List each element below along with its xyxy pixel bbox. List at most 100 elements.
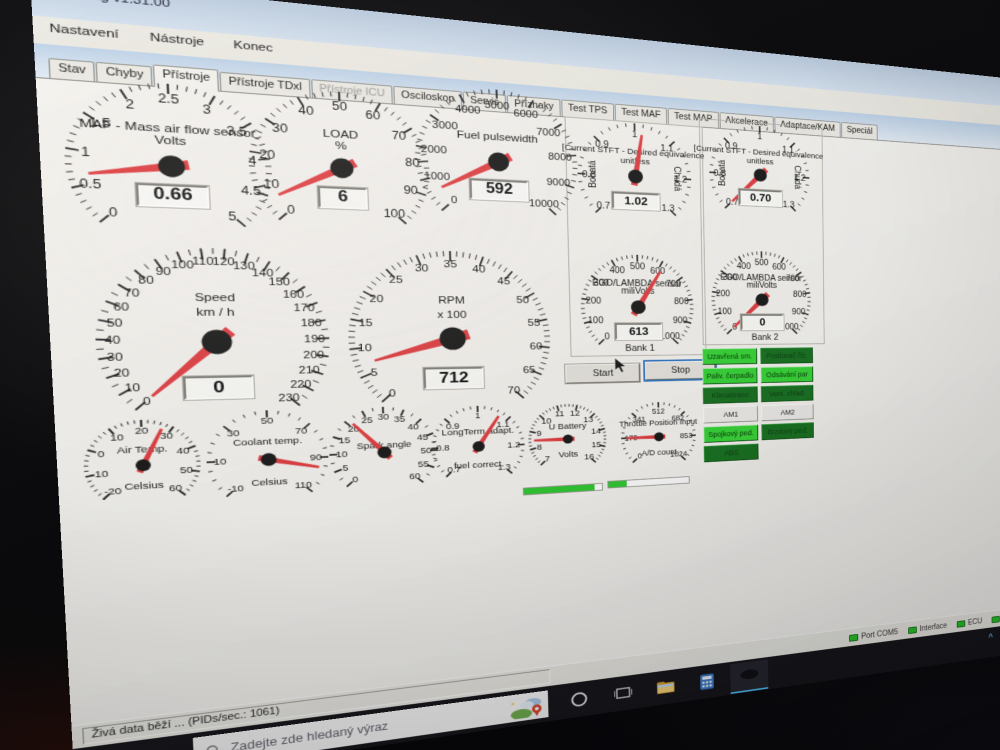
svg-text:25: 25 xyxy=(361,415,373,426)
svg-text:900: 900 xyxy=(673,316,688,325)
svg-text:0: 0 xyxy=(604,332,609,342)
svg-text:3000: 3000 xyxy=(432,119,458,132)
mouse-cursor-icon xyxy=(615,358,628,375)
indicator-button-uzav-en-sm-[interactable]: Uzavřená sm. xyxy=(702,348,757,365)
svg-text:2.5: 2.5 xyxy=(158,92,180,107)
calculator-icon[interactable] xyxy=(688,665,726,699)
tab-speci-l[interactable]: Speciál xyxy=(841,122,878,140)
gauge-throttle: 01703415126828531024Throttle Position In… xyxy=(613,394,704,480)
svg-text:0: 0 xyxy=(352,474,359,485)
gauge-title: Fuel pulsewidth xyxy=(457,129,538,146)
svg-text:70: 70 xyxy=(507,385,520,397)
indicator-button-spojkov-ped-[interactable]: Spojkový ped. xyxy=(703,425,758,443)
gauge-title: EGO/LAMBDA sensormiliVolts xyxy=(592,278,682,296)
gauge-airtemp: -20-100102030405060Air Temp.Celsius xyxy=(70,410,212,522)
indicator-button-klimatizace[interactable]: Klimatizace xyxy=(703,386,758,404)
svg-text:600: 600 xyxy=(772,262,786,271)
indicator-button-ods-v-n-par[interactable]: Odsávání par xyxy=(761,366,814,383)
svg-text:50: 50 xyxy=(332,100,348,114)
svg-text:512: 512 xyxy=(652,408,665,416)
gauge-title: [Current STFT - Desired equivalenceunitl… xyxy=(562,142,705,170)
svg-text:0.8: 0.8 xyxy=(436,443,450,454)
task-view-icon[interactable] xyxy=(603,676,643,711)
svg-text:20: 20 xyxy=(369,293,383,305)
svg-text:100: 100 xyxy=(383,208,405,221)
svg-text:210: 210 xyxy=(298,365,320,377)
side-label-rich: Bohatá xyxy=(717,159,727,186)
svg-text:3: 3 xyxy=(202,103,211,117)
indicator-panel: Uzavřená sm.Posilovač říz.Paliv. čerpadl… xyxy=(702,347,814,462)
gauge-hub xyxy=(439,327,466,350)
svg-text:800: 800 xyxy=(674,297,689,306)
svg-text:0.7: 0.7 xyxy=(597,200,611,211)
status-item-1: Interface xyxy=(908,622,947,635)
gauge-hub xyxy=(654,432,664,441)
cortana-icon[interactable] xyxy=(558,682,600,717)
svg-text:35: 35 xyxy=(444,259,458,271)
svg-text:1: 1 xyxy=(81,145,91,160)
svg-text:LongTerm adapt.: LongTerm adapt. xyxy=(441,425,514,438)
indicator-button-brzdov-ped-[interactable]: Brzdový ped. xyxy=(761,422,813,440)
gauge-coolant: -101030507090110Coolant temp.Celsius xyxy=(194,401,339,521)
status-item-label: ECU xyxy=(968,617,982,627)
svg-text:5: 5 xyxy=(342,463,349,474)
svg-text:60: 60 xyxy=(409,471,421,482)
svg-text:miliVolts: miliVolts xyxy=(747,280,777,289)
svg-text:900: 900 xyxy=(792,307,806,316)
gauge-title: Speedkm / h xyxy=(194,291,236,319)
svg-text:-10: -10 xyxy=(227,483,244,495)
svg-text:Volts: Volts xyxy=(558,449,578,459)
svg-text:1.3: 1.3 xyxy=(783,199,795,209)
svg-text:6000: 6000 xyxy=(514,107,539,120)
svg-text:4000: 4000 xyxy=(455,103,481,116)
svg-text:-10: -10 xyxy=(90,468,109,480)
weather-widget[interactable] xyxy=(509,693,544,720)
svg-text:90: 90 xyxy=(155,265,171,277)
svg-text:0: 0 xyxy=(97,448,105,459)
side-label-lean: Chudá xyxy=(793,165,802,189)
active-app-icon[interactable] xyxy=(730,659,768,694)
gauge-display-maf: 0.66 xyxy=(136,183,210,209)
svg-text:Volts: Volts xyxy=(154,134,186,149)
gauge-display-stft-bank1: 1.02 xyxy=(612,191,660,210)
chevron-up-icon[interactable]: ^ xyxy=(988,631,993,641)
svg-text:55: 55 xyxy=(527,317,540,328)
svg-text:12: 12 xyxy=(570,408,580,418)
svg-text:1000: 1000 xyxy=(660,332,680,341)
svg-text:7000: 7000 xyxy=(536,126,560,138)
svg-text:500: 500 xyxy=(755,258,769,267)
svg-text:110: 110 xyxy=(294,480,312,491)
gauge-display-fuelpw: 592 xyxy=(469,178,528,201)
svg-text:60: 60 xyxy=(530,341,543,352)
svg-text:1000: 1000 xyxy=(424,170,451,182)
svg-text:70: 70 xyxy=(391,129,406,143)
indicator-button-am1[interactable]: AM1 xyxy=(703,405,758,423)
indicator-button-vent-chlad-[interactable]: Vent. chlad. xyxy=(761,385,814,402)
start-button[interactable]: Start xyxy=(565,363,640,383)
svg-text:15: 15 xyxy=(358,317,373,329)
svg-text:10: 10 xyxy=(213,456,227,467)
svg-text:Celsius: Celsius xyxy=(124,479,164,492)
svg-text:0.5: 0.5 xyxy=(79,177,102,192)
svg-text:190: 190 xyxy=(304,333,326,344)
svg-text:400: 400 xyxy=(609,265,625,275)
svg-text:110: 110 xyxy=(192,255,214,267)
svg-text:35: 35 xyxy=(394,414,406,425)
svg-text:x 100: x 100 xyxy=(437,309,467,321)
gauge-title: RPMx 100 xyxy=(437,295,467,321)
status-item-2: ECU xyxy=(957,617,982,628)
indicator-button-abs[interactable]: ABS xyxy=(704,444,759,463)
laptop-screen: ProDiag v1.31.00 NastaveníNástrojeKonec … xyxy=(30,0,1000,750)
svg-text:10: 10 xyxy=(124,382,141,394)
svg-text:%: % xyxy=(335,140,347,153)
svg-text:1: 1 xyxy=(475,411,481,421)
gauge-hub xyxy=(261,453,277,466)
svg-text:1: 1 xyxy=(757,131,762,141)
gauge-ego-bank1: 01002003004005006007008009001000EGO/LAMB… xyxy=(572,246,702,367)
file-explorer-icon[interactable] xyxy=(646,670,685,704)
svg-text:500: 500 xyxy=(630,261,645,271)
indicator-button-posilova-z-[interactable]: Posilovač říz. xyxy=(760,347,813,364)
svg-text:40: 40 xyxy=(176,445,190,456)
indicator-button-am2[interactable]: AM2 xyxy=(761,404,814,422)
indicator-button-paliv-erpadlo[interactable]: Paliv. čerpadlo xyxy=(702,367,757,384)
